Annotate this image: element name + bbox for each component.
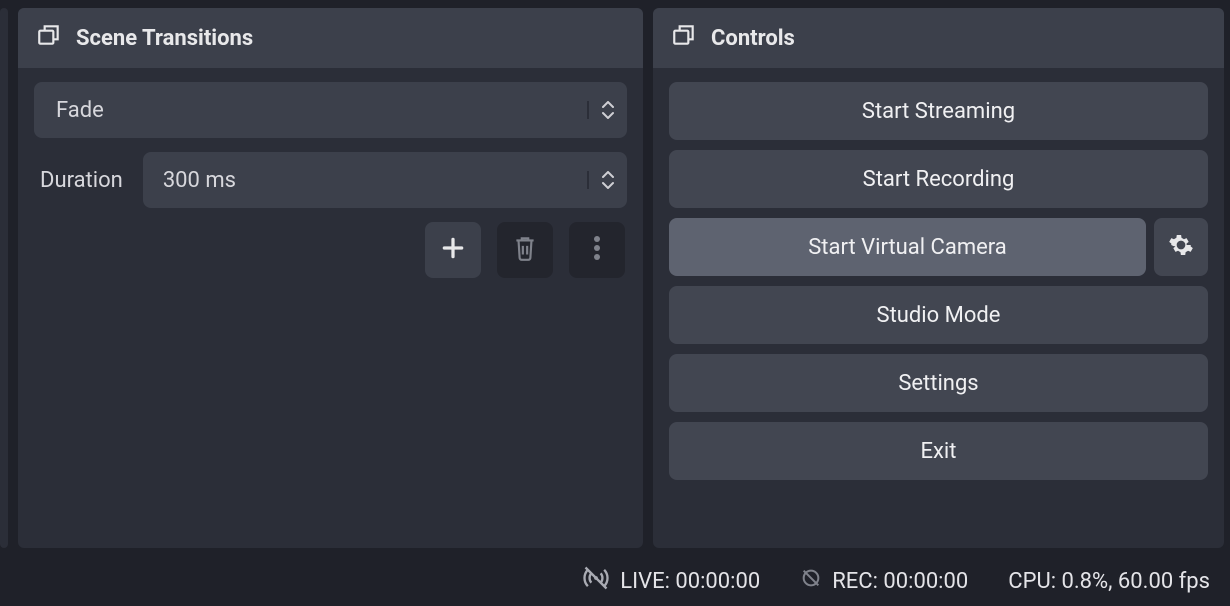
status-rec[interactable]: REC: 00:00:00: [800, 567, 968, 595]
controls-header[interactable]: Controls: [653, 8, 1224, 68]
plus-icon: [440, 235, 466, 265]
broadcast-off-icon: [582, 564, 610, 598]
add-transition-button[interactable]: [425, 222, 481, 278]
settings-button[interactable]: Settings: [669, 354, 1208, 412]
start-streaming-button[interactable]: Start Streaming: [669, 82, 1208, 140]
studio-mode-button[interactable]: Studio Mode: [669, 286, 1208, 344]
transition-select-value: Fade: [34, 98, 587, 123]
duration-input[interactable]: 300 ms: [143, 152, 627, 208]
controls-title: Controls: [711, 26, 795, 51]
status-live-text: LIVE: 00:00:00: [620, 569, 760, 594]
start-recording-button[interactable]: Start Recording: [669, 150, 1208, 208]
adjacent-panel-edge: [0, 8, 8, 548]
trash-icon: [512, 234, 538, 266]
status-cpu[interactable]: CPU: 0.8%, 60.00 fps: [1008, 569, 1210, 594]
transition-properties-button[interactable]: [569, 222, 625, 278]
remove-transition-button[interactable]: [497, 222, 553, 278]
exit-button[interactable]: Exit: [669, 422, 1208, 480]
dock-icon: [36, 22, 62, 54]
gear-icon: [1168, 232, 1194, 262]
status-bar: LIVE: 00:00:00 REC: 00:00:00 CPU: 0.8%, …: [0, 558, 1230, 604]
duration-input-value: 300 ms: [143, 168, 587, 193]
scene-transitions-title: Scene Transitions: [76, 26, 253, 51]
scene-transitions-panel: Scene Transitions Fade Duration 300 ms: [18, 8, 643, 548]
dots-vertical-icon: [593, 234, 601, 266]
start-virtual-camera-button[interactable]: Start Virtual Camera: [669, 218, 1146, 276]
scene-transitions-header[interactable]: Scene Transitions: [18, 8, 643, 68]
dock-icon: [671, 22, 697, 54]
virtual-camera-settings-button[interactable]: [1154, 218, 1208, 276]
duration-stepper[interactable]: [587, 171, 627, 189]
status-cpu-text: CPU: 0.8%, 60.00 fps: [1008, 569, 1210, 594]
status-live[interactable]: LIVE: 00:00:00: [582, 564, 760, 598]
transition-select[interactable]: Fade: [34, 82, 627, 138]
transition-select-stepper[interactable]: [587, 101, 627, 119]
record-off-icon: [800, 567, 822, 595]
controls-panel: Controls Start Streaming Start Recording…: [653, 8, 1224, 548]
duration-label: Duration: [34, 168, 123, 193]
status-rec-text: REC: 00:00:00: [832, 569, 968, 594]
